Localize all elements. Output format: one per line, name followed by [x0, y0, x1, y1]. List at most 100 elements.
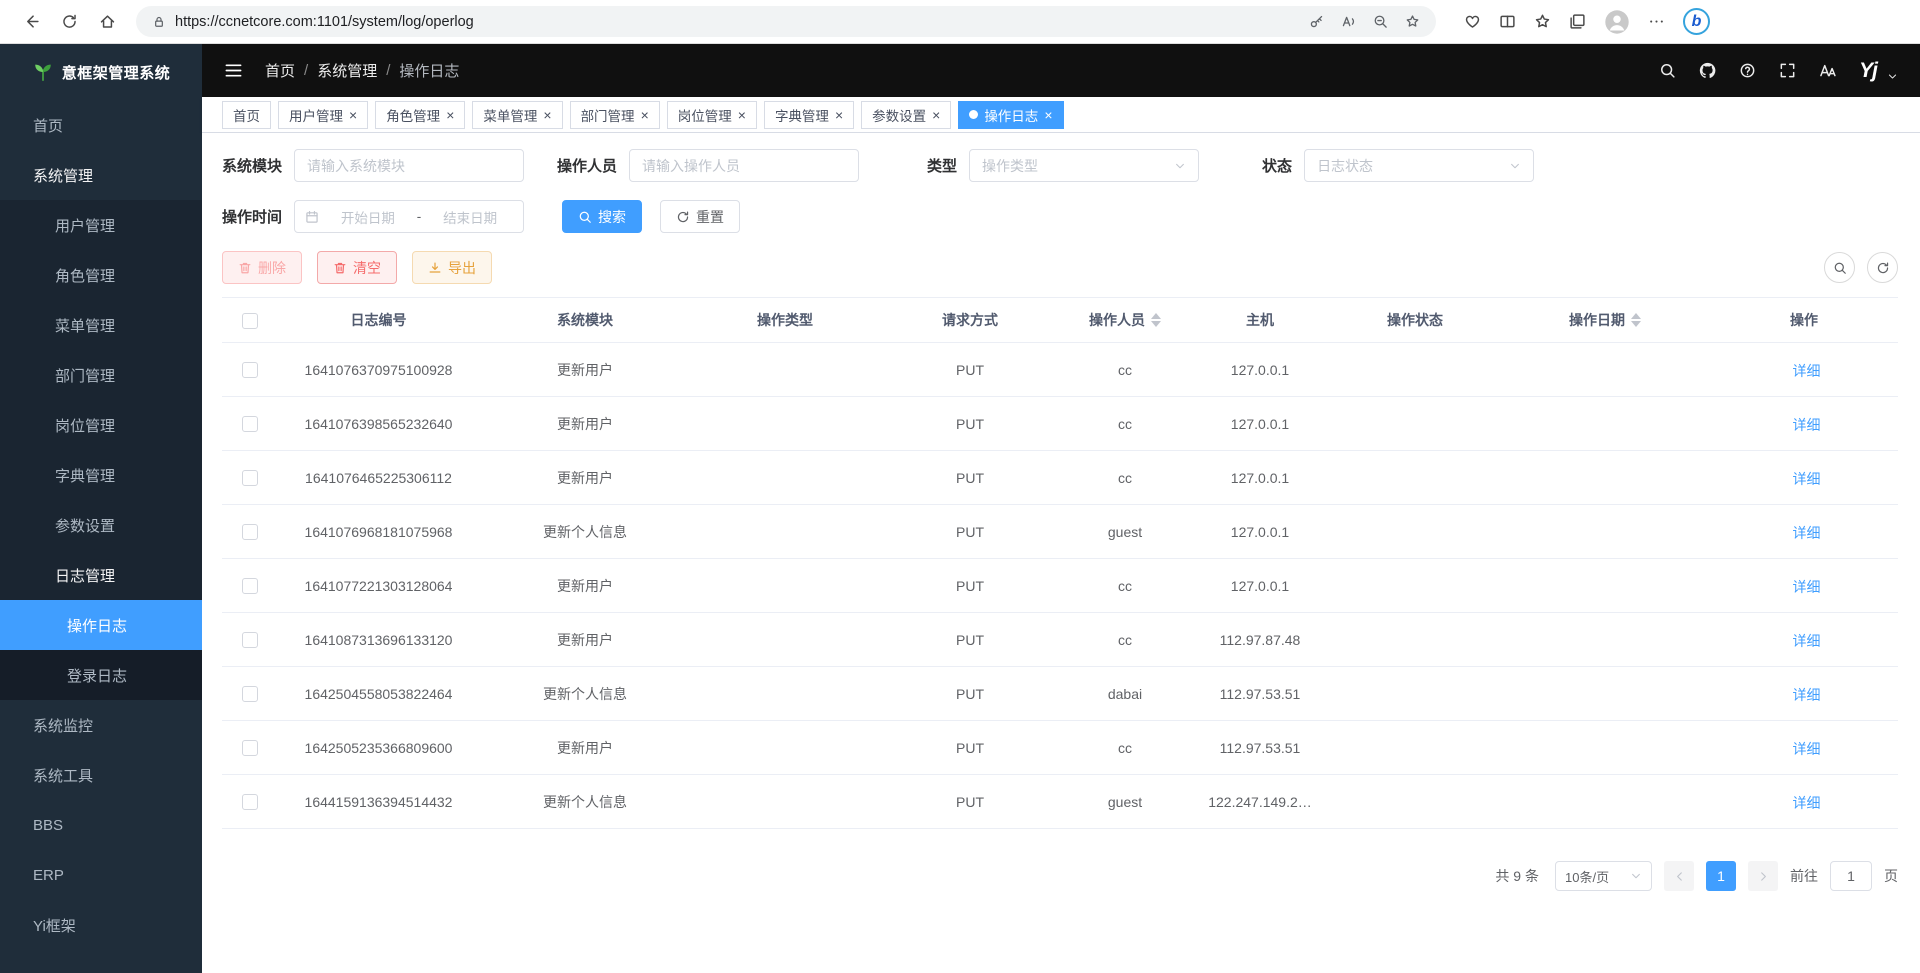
row-checkbox[interactable] — [242, 632, 258, 648]
page-size-select[interactable]: 10条/页 — [1555, 861, 1652, 891]
breadcrumb-home[interactable]: 首页 — [265, 60, 295, 81]
sidebar-item-dept-mgmt[interactable]: 部门管理 — [0, 350, 202, 400]
tab-dict-mgmt[interactable]: 字典管理× — [764, 101, 854, 129]
detail-link[interactable]: 详细 — [1788, 631, 1821, 651]
url-text[interactable]: https://ccnetcore.com:1101/system/log/op… — [175, 14, 1300, 30]
prev-page-button[interactable] — [1664, 861, 1694, 891]
row-checkbox[interactable] — [242, 362, 258, 378]
show-search-button[interactable] — [1824, 252, 1855, 283]
sidebar-item-bbs[interactable]: BBS — [0, 800, 202, 850]
reset-button[interactable]: 重置 — [660, 200, 740, 233]
status-select[interactable]: 日志状态 — [1304, 149, 1534, 182]
browser-essentials-icon[interactable] — [1464, 13, 1481, 30]
font-size-icon[interactable] — [1819, 62, 1836, 79]
tab-close-icon[interactable]: × — [543, 108, 551, 122]
row-checkbox[interactable] — [242, 524, 258, 540]
fullscreen-icon[interactable] — [1779, 62, 1796, 79]
header-search-icon[interactable] — [1659, 62, 1676, 79]
select-all-checkbox[interactable] — [242, 313, 258, 329]
detail-link[interactable]: 详细 — [1788, 793, 1821, 813]
column-date[interactable]: 操作日期 — [1500, 298, 1710, 343]
search-button[interactable]: 搜索 — [562, 200, 642, 233]
add-favorite-icon[interactable] — [1405, 14, 1420, 29]
sidebar-item-yi-framework[interactable]: Yi框架 — [0, 900, 202, 950]
type-select[interactable]: 操作类型 — [969, 149, 1199, 182]
sidebar-item-dict-mgmt[interactable]: 字典管理 — [0, 450, 202, 500]
tab-close-icon[interactable]: × — [932, 108, 940, 122]
avatar[interactable] — [1604, 9, 1630, 35]
row-checkbox[interactable] — [242, 740, 258, 756]
browser-refresh-button[interactable] — [52, 5, 86, 39]
tab-role-mgmt[interactable]: 角色管理× — [375, 101, 465, 129]
tab-oper-log[interactable]: 操作日志× — [958, 101, 1063, 129]
next-page-button[interactable] — [1748, 861, 1778, 891]
tab-close-icon[interactable]: × — [641, 108, 649, 122]
refresh-table-button[interactable] — [1867, 252, 1898, 283]
browser-menu-icon[interactable] — [1648, 13, 1665, 30]
sidebar-item-system-mgmt[interactable]: 系统管理 — [0, 150, 202, 200]
row-checkbox[interactable] — [242, 416, 258, 432]
tab-dept-mgmt[interactable]: 部门管理× — [570, 101, 660, 129]
bing-icon[interactable]: b — [1683, 8, 1710, 35]
sidebar-item-post-mgmt[interactable]: 岗位管理 — [0, 400, 202, 450]
date-range-picker[interactable]: 开始日期 - 结束日期 — [294, 200, 524, 233]
split-screen-icon[interactable] — [1499, 13, 1516, 30]
export-button[interactable]: 导出 — [412, 251, 492, 284]
sort-carets-icon[interactable] — [1631, 313, 1641, 327]
tab-close-icon[interactable]: × — [835, 108, 843, 122]
user-menu-caret-icon[interactable] — [1887, 71, 1898, 82]
clear-button[interactable]: 清空 — [317, 251, 397, 284]
tab-param-settings[interactable]: 参数设置× — [861, 101, 951, 129]
detail-link[interactable]: 详细 — [1788, 469, 1821, 489]
tab-post-mgmt[interactable]: 岗位管理× — [667, 101, 757, 129]
detail-link[interactable]: 详细 — [1788, 685, 1821, 705]
row-checkbox[interactable] — [242, 578, 258, 594]
detail-link[interactable]: 详细 — [1788, 523, 1821, 543]
tab-close-icon[interactable]: × — [446, 108, 454, 122]
collections-icon[interactable] — [1569, 13, 1586, 30]
sidebar-item-menu-mgmt[interactable]: 菜单管理 — [0, 300, 202, 350]
sidebar-item-system-monitor[interactable]: 系统监控 — [0, 700, 202, 750]
sidebar-item-login-log[interactable]: 登录日志 — [0, 650, 202, 700]
sidebar-item-system-tools[interactable]: 系统工具 — [0, 750, 202, 800]
help-icon[interactable] — [1739, 62, 1756, 79]
tab-home[interactable]: 首页 — [222, 101, 271, 129]
module-input[interactable] — [294, 149, 524, 182]
row-checkbox[interactable] — [242, 470, 258, 486]
operator-input[interactable] — [629, 149, 859, 182]
goto-page-input[interactable] — [1830, 861, 1872, 891]
page-number-1[interactable]: 1 — [1706, 861, 1736, 891]
sidebar-item-erp[interactable]: ERP — [0, 850, 202, 900]
detail-link[interactable]: 详细 — [1788, 577, 1821, 597]
browser-url-bar[interactable]: https://ccnetcore.com:1101/system/log/op… — [136, 6, 1436, 37]
row-checkbox[interactable] — [242, 794, 258, 810]
detail-link[interactable]: 详细 — [1788, 361, 1821, 381]
detail-link[interactable]: 详细 — [1788, 415, 1821, 435]
detail-link[interactable]: 详细 — [1788, 739, 1821, 759]
github-icon[interactable] — [1699, 62, 1716, 79]
read-aloud-icon[interactable] — [1341, 14, 1356, 29]
zoom-out-icon[interactable] — [1373, 14, 1388, 29]
row-checkbox[interactable] — [242, 686, 258, 702]
sort-carets-icon[interactable] — [1151, 313, 1161, 327]
sidebar-item-oper-log[interactable]: 操作日志 — [0, 600, 202, 650]
tab-close-icon[interactable]: × — [1044, 108, 1052, 122]
tab-user-mgmt[interactable]: 用户管理× — [278, 101, 368, 129]
sidebar-item-home[interactable]: 首页 — [0, 100, 202, 150]
sidebar-item-user-mgmt[interactable]: 用户管理 — [0, 200, 202, 250]
browser-home-button[interactable] — [90, 5, 124, 39]
tab-close-icon[interactable]: × — [738, 108, 746, 122]
user-logo[interactable]: Yj — [1859, 59, 1877, 83]
sidebar-item-param-settings[interactable]: 参数设置 — [0, 500, 202, 550]
favorites-icon[interactable] — [1534, 13, 1551, 30]
column-operator[interactable]: 操作人员 — [1060, 298, 1190, 343]
hamburger-icon[interactable] — [224, 61, 243, 80]
browser-back-button[interactable] — [14, 5, 48, 39]
sidebar-item-log-mgmt[interactable]: 日志管理 — [0, 550, 202, 600]
delete-button[interactable]: 删除 — [222, 251, 302, 284]
breadcrumb-system-mgmt[interactable]: 系统管理 — [317, 60, 377, 81]
password-key-icon[interactable] — [1309, 14, 1324, 29]
sidebar-item-role-mgmt[interactable]: 角色管理 — [0, 250, 202, 300]
tab-close-icon[interactable]: × — [349, 108, 357, 122]
tab-menu-mgmt[interactable]: 菜单管理× — [472, 101, 562, 129]
